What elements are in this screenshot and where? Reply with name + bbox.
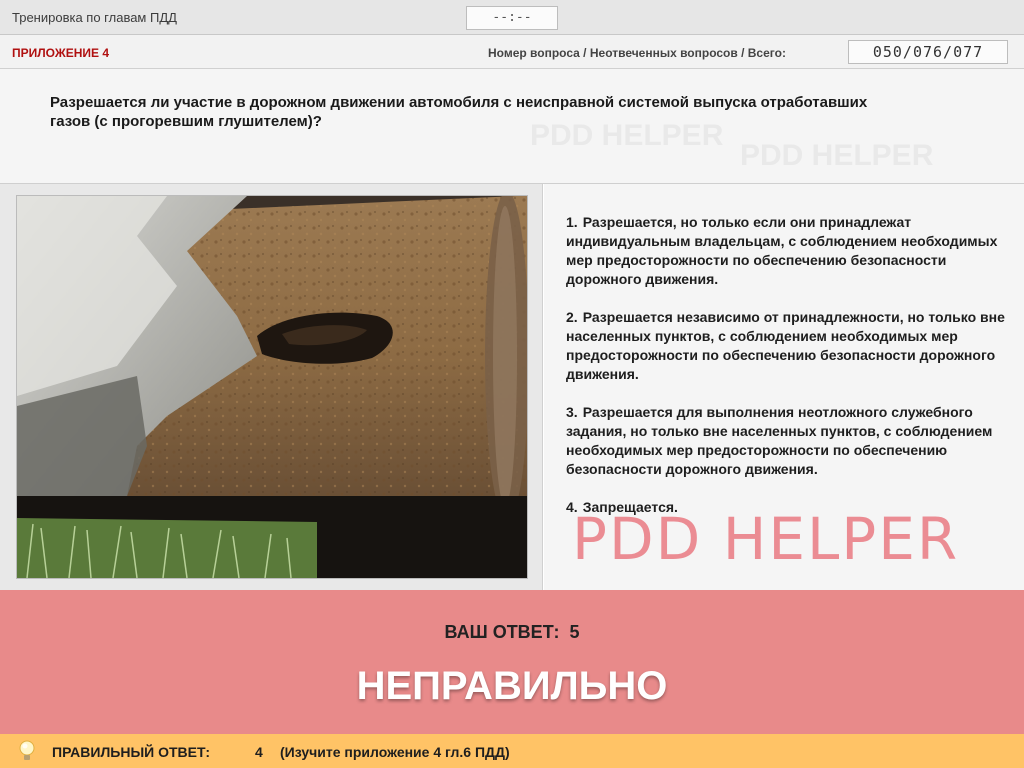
question-photo — [16, 195, 528, 579]
answer-number: 1. — [566, 214, 578, 230]
answer-option-2[interactable]: 2. Разрешается независимо от принадлежнос… — [566, 308, 1006, 384]
verdict-text: НЕПРАВИЛЬНО — [356, 664, 668, 708]
your-answer-value: 5 — [569, 622, 580, 642]
correct-answer-label: ПРАВИЛЬНЫЙ ОТВЕТ: — [52, 744, 211, 760]
mode-title: Тренировка по главам ПДД — [12, 10, 177, 25]
watermark-logo: PDD HELPER — [572, 505, 960, 573]
question-counter-label: Номер вопроса / Неотвеченных вопросов / … — [488, 46, 786, 60]
your-answer-label: ВАШ ОТВЕТ: — [444, 622, 560, 642]
answer-text: Разрешается для выполнения неотложного с… — [566, 404, 993, 477]
question-text: Разрешается ли участие в дорожном движен… — [50, 94, 868, 130]
answer-list: 1. Разрешается, но только если они принад… — [566, 213, 1006, 536]
answer-option-3[interactable]: 3. Разрешается для выполнения неотложного… — [566, 403, 1006, 479]
correct-answer-value: 4 — [255, 744, 263, 760]
answer-option-1[interactable]: 1. Разрешается, но только если они принад… — [566, 213, 1006, 289]
answer-number: 3. — [566, 404, 578, 420]
answer-text: Разрешается, но только если они принадле… — [566, 214, 998, 287]
study-hint-link[interactable]: (Изучите приложение 4 гл.6 ПДД) — [280, 744, 510, 760]
result-panel: ВАШ ОТВЕТ: 5 НЕПРАВИЛЬНО — [0, 590, 1024, 734]
timer-display: --:-- — [466, 6, 558, 30]
top-bar: Тренировка по главам ПДД --:-- — [0, 0, 1024, 35]
info-bar: ПРИЛОЖЕНИЕ 4 Номер вопроса / Неотвеченны… — [0, 35, 1024, 69]
image-panel — [0, 184, 543, 590]
ghost-background-text: PDD HELPER — [740, 139, 934, 172]
correct-answer-bar: ПРАВИЛЬНЫЙ ОТВЕТ: 4 (Изучите приложение … — [0, 734, 1024, 768]
appendix-link[interactable]: ПРИЛОЖЕНИЕ 4 — [12, 46, 109, 60]
lightbulb-icon — [18, 740, 36, 767]
your-answer: ВАШ ОТВЕТ: 5 — [0, 622, 1024, 643]
question-counter: 050/076/077 — [848, 40, 1008, 64]
question-panel: PDD HELPER PDD HELPER Разрешается ли уча… — [0, 69, 1024, 184]
answer-number: 2. — [566, 309, 578, 325]
answer-text: Разрешается независимо от принадлежности… — [566, 309, 1005, 382]
